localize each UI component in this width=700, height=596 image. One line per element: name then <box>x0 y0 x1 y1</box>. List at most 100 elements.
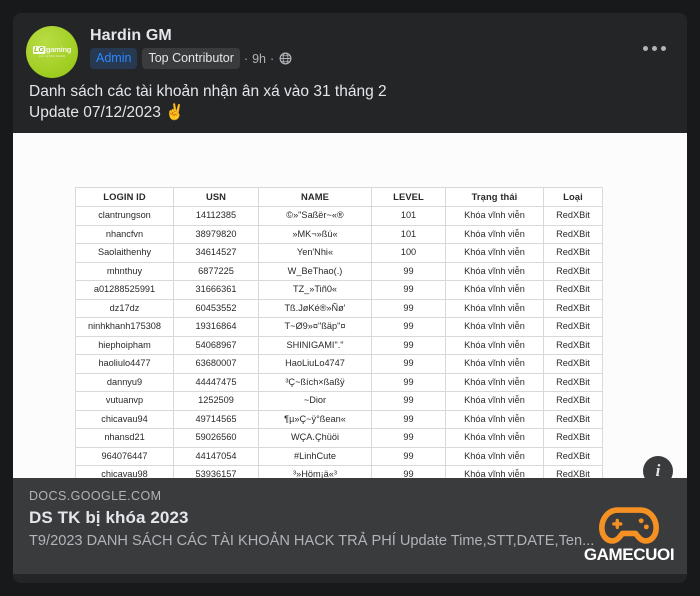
cell-name: #LinhCute <box>258 446 372 466</box>
more-dot-3 <box>660 45 666 51</box>
table-row: ninhkhanh175308 19316864 T~Ø9»¤"ßäp"¤ 99 Khó… <box>75 317 603 337</box>
cell-login-id: Saolaithenhy <box>75 243 174 263</box>
cell-level: 99 <box>371 261 446 281</box>
link-preview-description: T9/2023 DANH SÁCH CÁC TÀI KHOẢN HACK TRẢ… <box>29 533 595 549</box>
cell-type: RedXBit <box>543 280 603 300</box>
cell-name: Tß.JøKé®»Ñø' <box>258 298 372 318</box>
meta-separator-1: · <box>243 51 249 66</box>
cell-type: RedXBit <box>543 391 603 411</box>
cell-usn: 34614527 <box>173 243 259 263</box>
cell-usn: 49714565 <box>173 409 259 429</box>
cell-status: Khóa vĩnh viễn <box>445 446 544 466</box>
cell-level: 99 <box>371 428 446 448</box>
badge-admin[interactable]: Admin <box>90 47 138 70</box>
cell-login-id: nhancfvn <box>75 224 174 244</box>
table-row: vutuanvp 1252509 ~Dior 99 Khóa vĩnh viễn RedX… <box>75 391 603 411</box>
cell-usn: 1252509 <box>173 391 259 411</box>
cell-type: RedXBit <box>543 243 603 263</box>
cell-usn: 59026560 <box>173 428 259 448</box>
more-dot-1 <box>642 45 648 51</box>
cell-login-id: 964076447 <box>75 446 174 466</box>
table-row: dz17dz 60453552 Tß.JøKé®»Ñø' 99 Khóa vĩnh vi… <box>75 298 603 318</box>
table-row: clantrungson 14112385 ©»"Saßër~«® 101 Khóa v… <box>75 206 603 226</box>
cell-login-id: haoliulo4477 <box>75 354 174 374</box>
cell-level: 99 <box>371 409 446 429</box>
screenshot-root: LG gaming LG ULTRA GEAR Hardin GM Admin T… <box>0 0 700 596</box>
meta-separator-2: · <box>269 51 275 66</box>
cell-usn: 6877225 <box>173 261 259 281</box>
cell-status: Khóa vĩnh viễn <box>445 224 544 244</box>
cell-type: RedXBit <box>543 372 603 392</box>
author-name[interactable]: Hardin GM <box>90 26 292 45</box>
cell-level: 99 <box>371 372 446 392</box>
table-row: haoliulo4477 63680007 HaoLiuLo4747 99 Khóa v… <box>75 354 603 374</box>
cell-usn: 54068967 <box>173 335 259 355</box>
col-header-status: Trạng thái <box>445 187 544 207</box>
avatar[interactable]: LG gaming LG ULTRA GEAR <box>26 26 78 78</box>
author-block: Hardin GM Admin Top Contributor · 9h · <box>90 26 292 70</box>
cell-usn: 14112385 <box>173 206 259 226</box>
cell-type: RedXBit <box>543 409 603 429</box>
col-header-login-id: LOGIN ID <box>75 187 174 207</box>
table-row: hiephoipham 54068967 SHINIGAMI"." 99 Khóa vĩ… <box>75 335 603 355</box>
post-meta-row: Admin Top Contributor · 9h · <box>90 47 292 70</box>
link-preview-title[interactable]: DS TK bị khóa 2023 <box>29 507 671 529</box>
cell-type: RedXBit <box>543 354 603 374</box>
more-options-icon[interactable] <box>637 35 671 61</box>
cell-usn: 38979820 <box>173 224 259 244</box>
cell-login-id: mhnthuy <box>75 261 174 281</box>
cell-type: RedXBit <box>543 446 603 466</box>
more-dot-2 <box>651 45 657 51</box>
facebook-post-card: LG gaming LG ULTRA GEAR Hardin GM Admin T… <box>13 13 687 583</box>
table-row: mhnthuy 6877225 W_BeThao(.) 99 Khóa vĩnh viễ… <box>75 261 603 281</box>
table-row: nhancfvn 38979820 »MK¬»ßú« 101 Khóa vĩnh viễ… <box>75 224 603 244</box>
cell-level: 99 <box>371 280 446 300</box>
cell-type: RedXBit <box>543 317 603 337</box>
cell-name: WÇA.Çhüöi <box>258 428 372 448</box>
cell-name: ©»"Saßër~«® <box>258 206 372 226</box>
cell-status: Khóa vĩnh viễn <box>445 317 544 337</box>
cell-level: 100 <box>371 243 446 263</box>
col-header-level: LEVEL <box>371 187 446 207</box>
table-row: dannyu9 44447475 ³Ç~ßích×ßaßÿ 99 Khóa vĩnh v… <box>75 372 603 392</box>
table-row: a01288525991 31666361 TZ_»Tiñ0« 99 Khóa vĩnh… <box>75 280 603 300</box>
cell-login-id: a01288525991 <box>75 280 174 300</box>
cell-status: Khóa vĩnh viễn <box>445 298 544 318</box>
cell-login-id: clantrungson <box>75 206 174 226</box>
locked-accounts-table: LOGIN ID USN NAME LEVEL Trạng thái Loại … <box>75 187 603 485</box>
cell-type: RedXBit <box>543 261 603 281</box>
cell-login-id: hiephoipham <box>75 335 174 355</box>
post-attachment-image[interactable]: LOGIN ID USN NAME LEVEL Trạng thái Loại … <box>13 133 687 574</box>
avatar-logo-icon: LG gaming LG ULTRA GEAR <box>32 46 71 58</box>
cell-login-id: nhansd21 <box>75 428 174 448</box>
cell-level: 99 <box>371 446 446 466</box>
cell-login-id: vutuanvp <box>75 391 174 411</box>
cell-usn: 63680007 <box>173 354 259 374</box>
cell-usn: 19316864 <box>173 317 259 337</box>
link-preview-domain: DOCS.GOOGLE.COM <box>29 489 162 503</box>
cell-status: Khóa vĩnh viễn <box>445 354 544 374</box>
post-body-text: Danh sách các tài khoản nhận ân xá vào 3… <box>29 83 387 121</box>
table-row: nhansd21 59026560 WÇA.Çhüöi 99 Khóa vĩnh viễ… <box>75 428 603 448</box>
link-preview[interactable]: DOCS.GOOGLE.COM DS TK bị khóa 2023 T9/20… <box>13 478 687 574</box>
info-icon[interactable]: i <box>643 456 673 486</box>
cell-status: Khóa vĩnh viễn <box>445 261 544 281</box>
cell-status: Khóa vĩnh viễn <box>445 335 544 355</box>
cell-type: RedXBit <box>543 298 603 318</box>
cell-type: RedXBit <box>543 335 603 355</box>
post-timestamp[interactable]: 9h <box>252 52 266 66</box>
cell-login-id: dannyu9 <box>75 372 174 392</box>
globe-icon[interactable] <box>279 52 292 65</box>
cell-type: RedXBit <box>543 428 603 448</box>
cell-level: 99 <box>371 298 446 318</box>
badge-top-contributor[interactable]: Top Contributor <box>142 47 240 70</box>
cell-login-id: ninhkhanh175308 <box>75 317 174 337</box>
cell-status: Khóa vĩnh viễn <box>445 391 544 411</box>
table-body: clantrungson 14112385 ©»"Saßër~«® 101 Khóa v… <box>75 206 603 485</box>
cell-name: ~Dior <box>258 391 372 411</box>
col-header-usn: USN <box>173 187 259 207</box>
cell-name: Yen'Nhi« <box>258 243 372 263</box>
cell-name: TZ_»Tiñ0« <box>258 280 372 300</box>
cell-status: Khóa vĩnh viễn <box>445 206 544 226</box>
cell-name: HaoLiuLo4747 <box>258 354 372 374</box>
